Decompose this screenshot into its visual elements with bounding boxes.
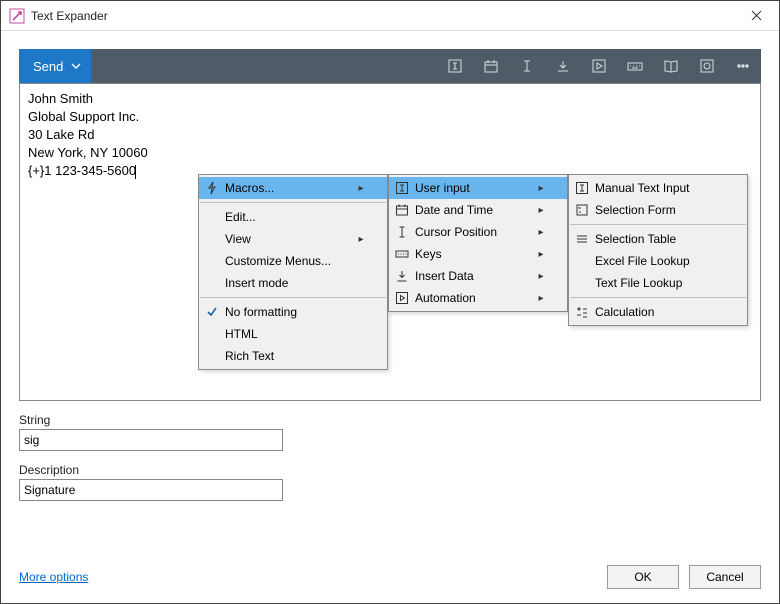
menu-item-customize-menus-[interactable]: Customize Menus... <box>199 250 387 272</box>
tool-insert-icon[interactable] <box>545 49 581 83</box>
context-menu-userinput: Manual Text Input Selection Form Selection… <box>568 174 748 326</box>
menu-item-selection-form[interactable]: Selection Form <box>569 199 747 221</box>
menu-item-automation[interactable]: Automation▸ <box>389 287 567 309</box>
menu-item-excel-file-lookup[interactable]: Excel File Lookup <box>569 250 747 272</box>
menu-item-cursor-position[interactable]: Cursor Position▸ <box>389 221 567 243</box>
menu-item-label: Text File Lookup <box>595 276 715 290</box>
tool-play-icon[interactable] <box>581 49 617 83</box>
tool-cursor-icon[interactable] <box>509 49 545 83</box>
menu-item-label: View <box>225 232 355 246</box>
menu-item-label: Rich Text <box>225 349 355 363</box>
tool-more-icon[interactable] <box>725 49 761 83</box>
menu-item-text-file-lookup[interactable]: Text File Lookup <box>569 272 747 294</box>
menu-item-insert-data[interactable]: Insert Data▸ <box>389 265 567 287</box>
description-input[interactable] <box>19 479 283 501</box>
send-button[interactable]: Send <box>19 49 91 83</box>
tool-book-icon[interactable] <box>653 49 689 83</box>
menu-item-keys[interactable]: Keys▸ <box>389 243 567 265</box>
menu-item-macros-[interactable]: Macros...▸ <box>199 177 387 199</box>
menu-item-label: Insert mode <box>225 276 355 290</box>
menu-item-label: Automation <box>415 291 535 305</box>
menu-item-manual-text-input[interactable]: Manual Text Input <box>569 177 747 199</box>
tool-keyboard-icon[interactable] <box>617 49 653 83</box>
menu-item-label: Calculation <box>595 305 715 319</box>
menu-item-user-input[interactable]: User input▸ <box>389 177 567 199</box>
titlebar: Text Expander <box>1 1 779 31</box>
more-options-link[interactable]: More options <box>19 570 88 584</box>
menu-item-label: Customize Menus... <box>225 254 355 268</box>
menu-item-calculation[interactable]: Calculation <box>569 301 747 323</box>
menu-item-selection-table[interactable]: Selection Table <box>569 228 747 250</box>
menu-item-view[interactable]: View▸ <box>199 228 387 250</box>
tool-userinput-icon[interactable] <box>437 49 473 83</box>
tool-target-icon[interactable] <box>689 49 725 83</box>
context-menu-main: Macros...▸ Edit... View▸ Customize Menus...… <box>198 174 388 370</box>
app-icon <box>9 8 25 24</box>
menu-item-label: Manual Text Input <box>595 181 715 195</box>
menu-item-rich-text[interactable]: Rich Text <box>199 345 387 367</box>
menu-item-label: Selection Table <box>595 232 715 246</box>
context-menu-macros: User input▸Date and Time▸Cursor Position… <box>388 174 568 312</box>
close-button[interactable] <box>733 1 779 31</box>
window-title: Text Expander <box>31 9 108 23</box>
cancel-button[interactable]: Cancel <box>689 565 761 589</box>
menu-item-label: HTML <box>225 327 355 341</box>
menu-item-insert-mode[interactable]: Insert mode <box>199 272 387 294</box>
send-label: Send <box>33 59 63 74</box>
tool-calendar-icon[interactable] <box>473 49 509 83</box>
menu-item-date-and-time[interactable]: Date and Time▸ <box>389 199 567 221</box>
editor-toolbar: Send <box>19 49 761 83</box>
menu-item-label: Excel File Lookup <box>595 254 715 268</box>
menu-item-label: Cursor Position <box>415 225 535 239</box>
dialog-footer: More options OK Cancel <box>19 565 761 589</box>
menu-item-label: Insert Data <box>415 269 535 283</box>
ok-button[interactable]: OK <box>607 565 679 589</box>
menu-item-label: User input <box>415 181 535 195</box>
string-label: String <box>19 413 761 427</box>
menu-item-label: No formatting <box>225 305 355 319</box>
menu-item-no-formatting[interactable]: No formatting <box>199 301 387 323</box>
chevron-down-icon <box>71 63 81 69</box>
menu-item-label: Date and Time <box>415 203 535 217</box>
editor-content: John Smith Global Support Inc. 30 Lake R… <box>28 90 752 180</box>
menu-item-edit-[interactable]: Edit... <box>199 206 387 228</box>
menu-item-label: Selection Form <box>595 203 715 217</box>
menu-item-html[interactable]: HTML <box>199 323 387 345</box>
string-input[interactable] <box>19 429 283 451</box>
description-label: Description <box>19 463 761 477</box>
menu-item-label: Macros... <box>225 181 355 195</box>
menu-item-label: Edit... <box>225 210 355 224</box>
menu-item-label: Keys <box>415 247 535 261</box>
